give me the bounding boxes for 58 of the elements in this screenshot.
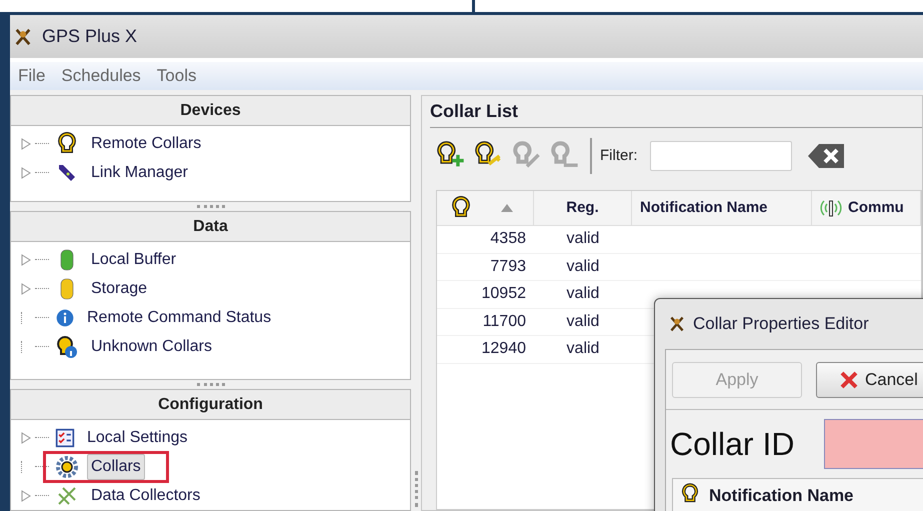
collar-icon xyxy=(55,132,79,156)
window-title: GPS Plus X xyxy=(42,25,138,48)
table-cell-text: valid xyxy=(566,312,600,332)
section-header[interactable]: Data xyxy=(11,212,410,242)
expand-arrow-icon[interactable] xyxy=(21,254,31,266)
splitter-grip-icon[interactable] xyxy=(196,383,224,386)
table-cell-text: valid xyxy=(566,284,600,304)
gear-icon xyxy=(55,454,79,478)
tree-item[interactable]: Local Buffer xyxy=(87,246,180,273)
table-cell-text: valid xyxy=(566,256,600,277)
tree-item[interactable]: Unknown Collars xyxy=(87,334,216,360)
tree-item[interactable]: Collars xyxy=(87,454,145,480)
app-logo-icon xyxy=(669,314,685,334)
tree-item[interactable]: Storage xyxy=(87,276,152,302)
collar-info-icon xyxy=(55,334,79,359)
column-header[interactable]: Commu xyxy=(812,191,921,225)
splitter-grip-icon[interactable] xyxy=(414,471,418,507)
splitter-grip-icon[interactable] xyxy=(196,205,224,208)
tree-item[interactable]: Remote Collars xyxy=(87,130,206,156)
column-header[interactable]: Notification Name xyxy=(632,191,812,225)
table-cell-text: 4358 xyxy=(489,229,527,250)
sort-ascending-icon xyxy=(501,204,513,212)
tree-item[interactable]: Remote Command Status xyxy=(83,304,276,331)
table-cell-text: 7793 xyxy=(489,256,527,277)
menu-item[interactable]: File xyxy=(18,63,46,89)
menu-item[interactable]: Tools xyxy=(156,63,196,89)
cancel-button[interactable]: Cancel xyxy=(816,362,923,398)
panel-title: Collar List xyxy=(430,96,922,128)
table-cell-text: valid xyxy=(566,229,600,250)
bulb-icon xyxy=(681,483,699,505)
section-header[interactable]: Devices xyxy=(11,96,410,126)
table-cell-text: 12940 xyxy=(480,339,527,360)
filter-field[interactable] xyxy=(650,141,792,171)
column-header[interactable]: Reg. xyxy=(534,191,632,225)
collar-id-label: Collar ID xyxy=(670,425,794,464)
section-header[interactable]: Configuration xyxy=(11,390,410,420)
column-header: Notification Name xyxy=(709,485,854,507)
checklist-icon xyxy=(55,428,75,448)
collar-id-field[interactable] xyxy=(824,419,923,469)
expand-arrow-icon[interactable] xyxy=(21,490,31,502)
expand-arrow-icon[interactable] xyxy=(21,166,31,178)
table-cell-text: valid xyxy=(566,339,600,360)
close-icon xyxy=(839,370,859,390)
table-cell-text: 10952 xyxy=(480,284,527,304)
menu-item[interactable]: Schedules xyxy=(61,63,141,89)
dialog-title: Collar Properties Editor xyxy=(693,313,869,336)
table-cell-text: 11700 xyxy=(482,312,527,332)
signal-icon xyxy=(820,198,842,218)
tree-item[interactable]: Link Manager xyxy=(87,160,192,186)
expand-arrow-icon[interactable] xyxy=(21,432,31,444)
bulb-icon xyxy=(451,196,471,220)
info-icon xyxy=(55,308,75,328)
clear-filter-icon[interactable] xyxy=(806,141,846,171)
expand-arrow-icon[interactable] xyxy=(21,282,31,295)
expand-arrow-icon[interactable] xyxy=(21,138,31,150)
filter-label: Filter: xyxy=(600,146,638,166)
tree-item[interactable]: Data Collectors xyxy=(87,482,204,508)
tree-item[interactable]: Local Settings xyxy=(83,424,192,450)
